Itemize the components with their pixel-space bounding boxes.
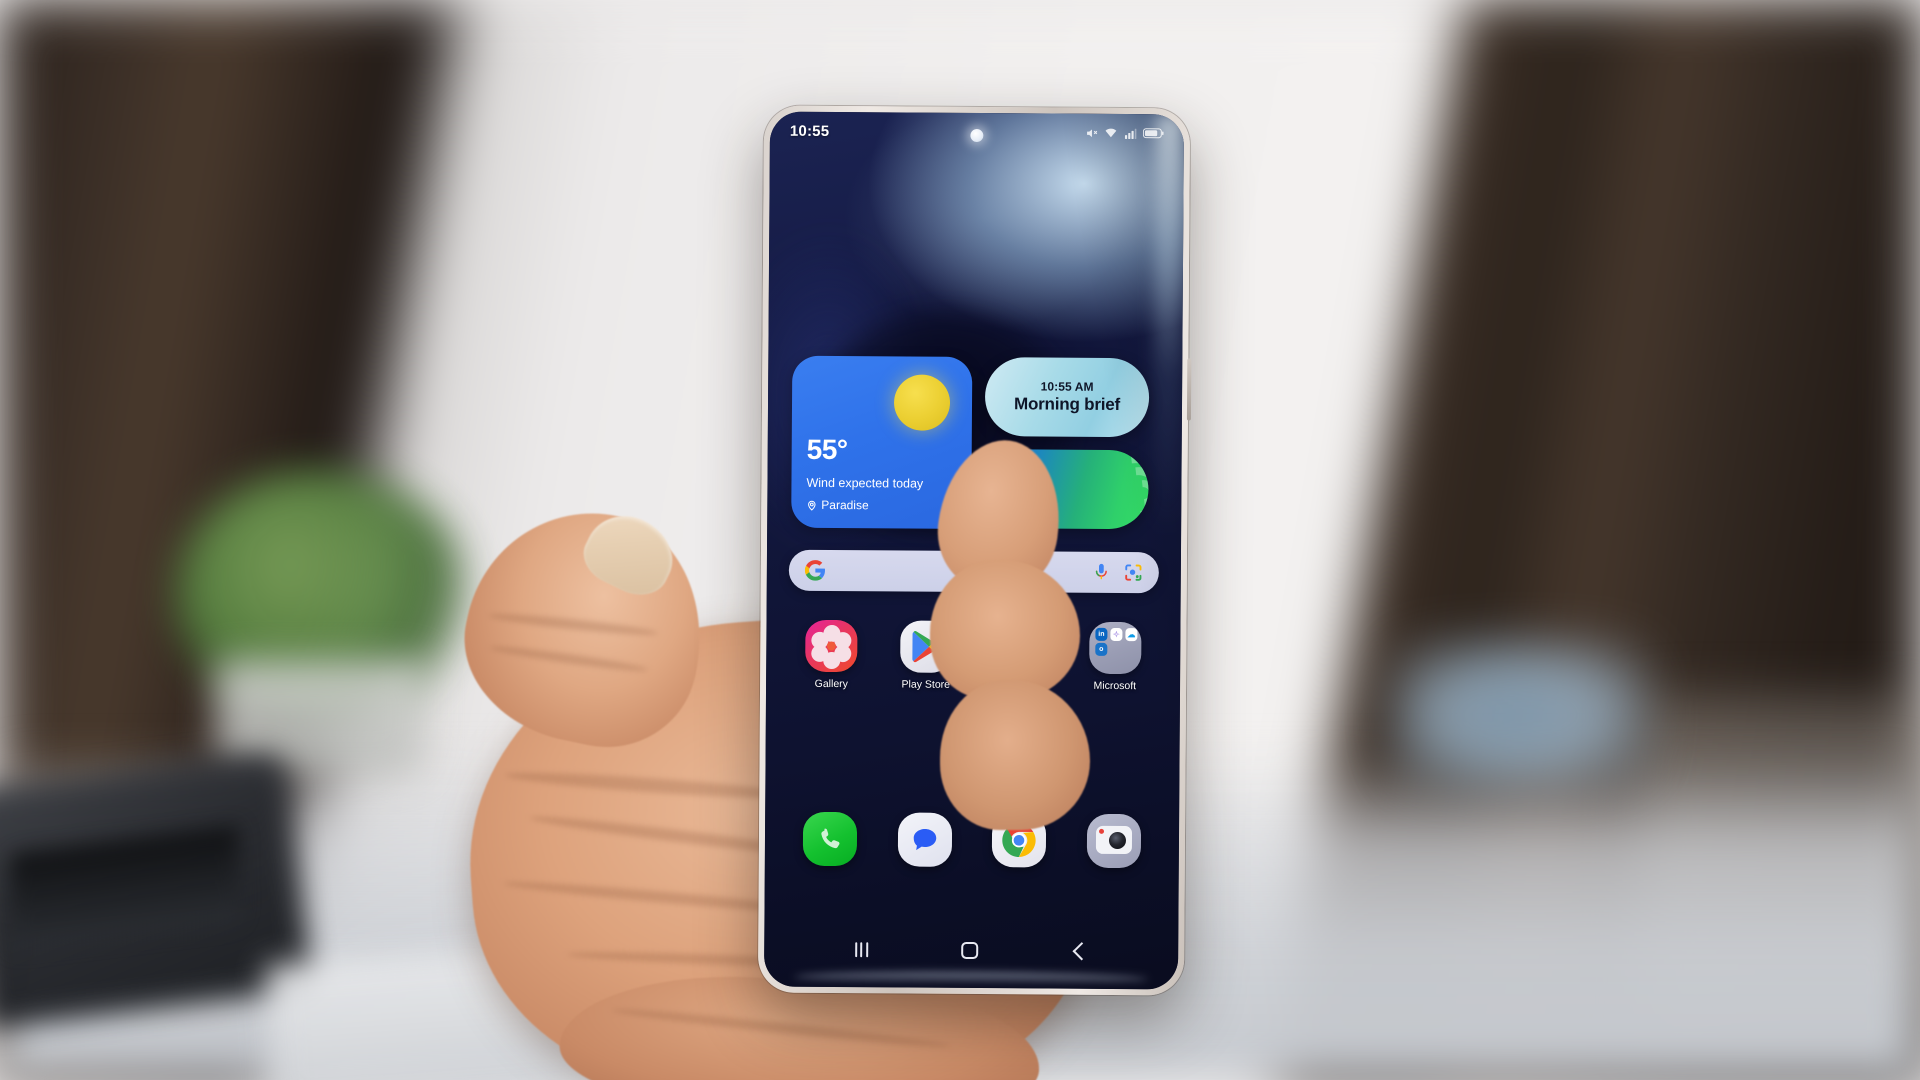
microphone-icon[interactable] (1093, 563, 1110, 582)
app-label: Microsoft (1093, 679, 1137, 693)
wifi-icon (1105, 128, 1117, 137)
app-microsoft-folder[interactable]: in ✧ ☁ o Microsoft (1076, 621, 1154, 693)
sun-icon (893, 374, 951, 431)
mini-onedrive-icon: ☁ (1125, 628, 1138, 641)
mini-copilot-icon: ✧ (1110, 627, 1123, 641)
google-g-icon[interactable] (804, 560, 826, 581)
weather-location-row: Paradise (806, 497, 869, 513)
signal-bars-icon (1124, 128, 1137, 139)
search-actions (1093, 563, 1143, 582)
blue-desk-object (1390, 640, 1650, 790)
weather-condition: Wind expected today (806, 475, 924, 491)
messages-icon[interactable] (897, 812, 952, 867)
mini-office-icon: o (1095, 642, 1108, 656)
navigation-bar (764, 929, 1178, 972)
status-clock: 10:55 (789, 122, 830, 140)
location-pin-icon (808, 500, 816, 511)
app-label: Play Store (901, 678, 951, 691)
power-button[interactable] (1186, 358, 1192, 421)
home-icon[interactable] (960, 941, 978, 959)
gallery-icon[interactable] (805, 619, 858, 673)
mini-linkedin-icon: in (1095, 627, 1108, 641)
google-lens-icon[interactable] (1124, 563, 1143, 582)
camera-icon[interactable] (1086, 813, 1141, 869)
app-gallery[interactable]: Gallery (792, 619, 870, 691)
weather-location: Paradise (821, 497, 869, 513)
screen-reflection (1153, 114, 1185, 535)
mute-icon (1087, 129, 1098, 137)
microsoft-folder-icon[interactable]: in ✧ ☁ o (1088, 621, 1142, 675)
app-label: Gallery (814, 677, 848, 691)
flower-core-icon (827, 641, 837, 651)
status-icons (1085, 126, 1164, 140)
morning-brief-time: 10:55 AM (1040, 379, 1094, 394)
phone-icon[interactable] (803, 811, 858, 867)
front-camera-punch-hole (970, 128, 984, 143)
weather-temperature: 55° (806, 433, 848, 466)
recents-icon[interactable] (854, 941, 868, 957)
back-icon[interactable] (1072, 941, 1091, 960)
morning-brief-title: Morning brief (1013, 394, 1121, 415)
photo-scene: 10:55 55° Wind expected today Paradise 1… (0, 0, 1920, 1080)
battery-icon (1142, 128, 1164, 139)
morning-brief-widget[interactable]: 10:55 AM Morning brief (984, 357, 1150, 438)
